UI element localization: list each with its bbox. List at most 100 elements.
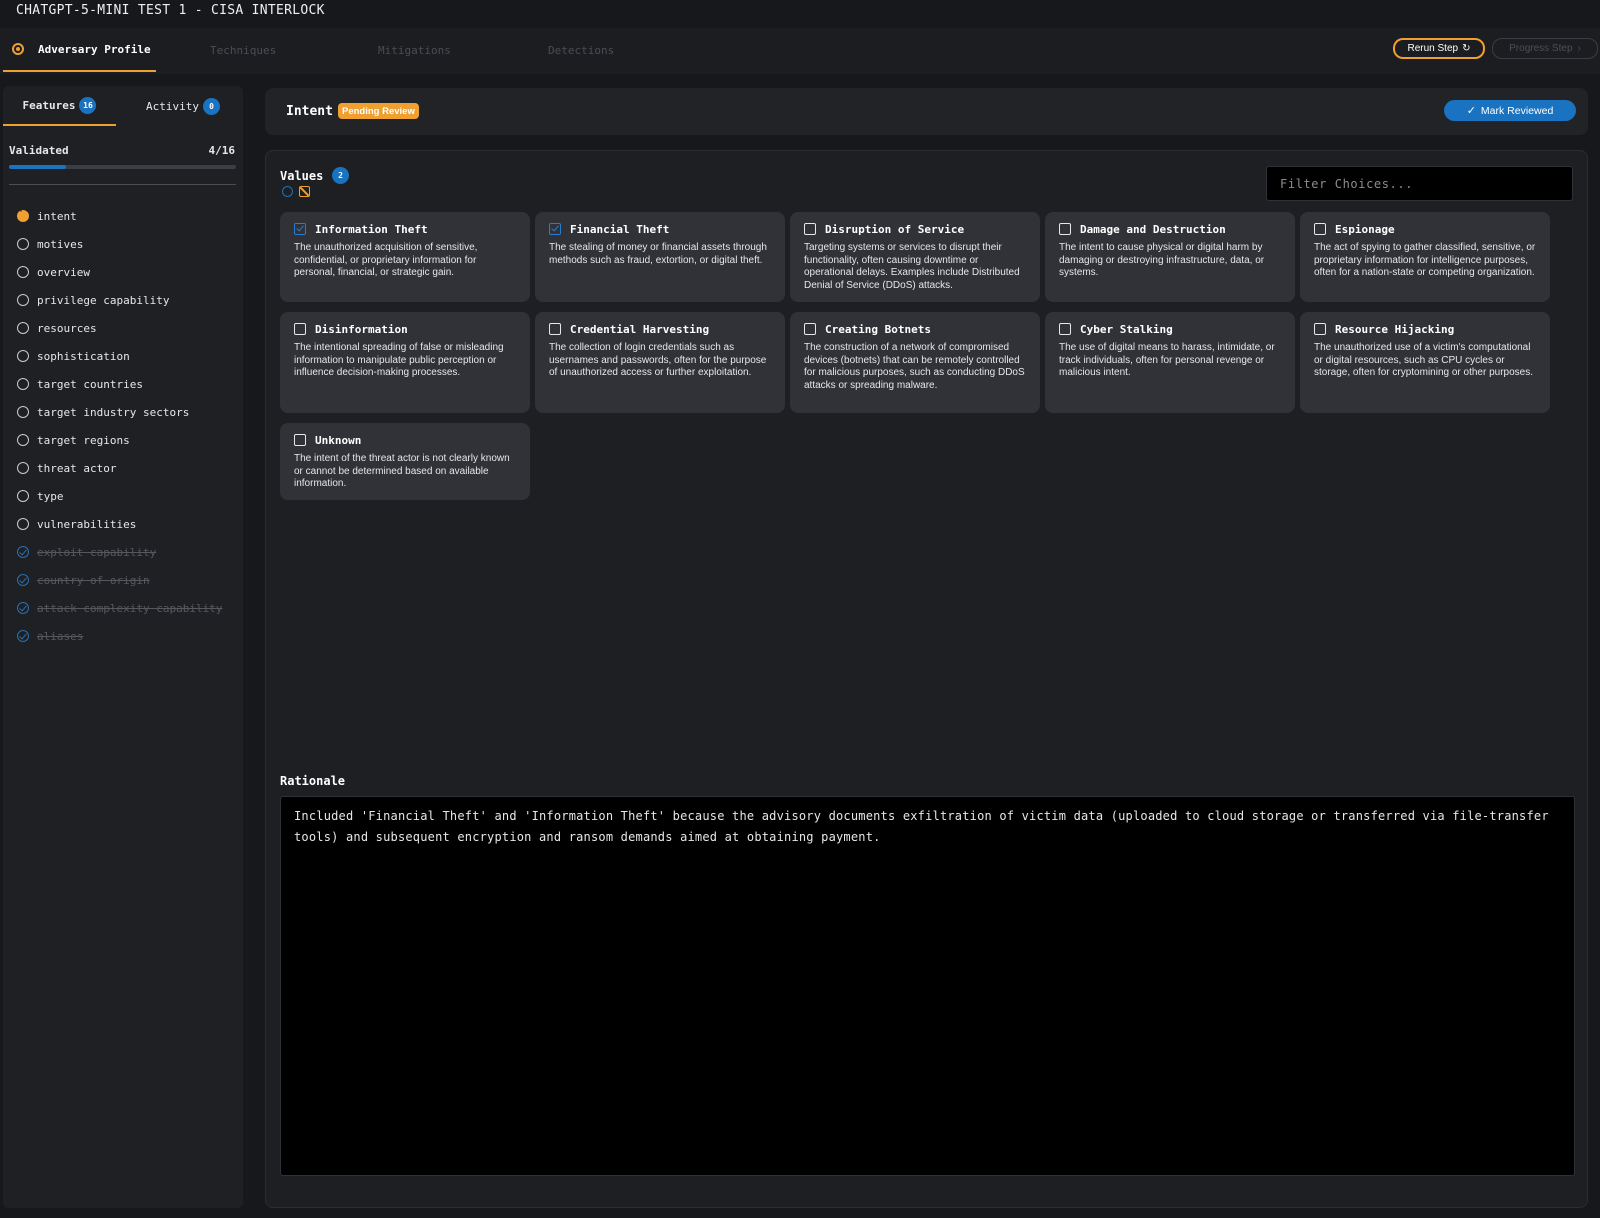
- features-count-badge: 16: [79, 96, 97, 114]
- choice-checkbox[interactable]: [1059, 323, 1071, 335]
- sidebar-item-label: sophistication: [37, 349, 130, 363]
- sidebar-item-label: attack complexity capability: [37, 601, 223, 615]
- check-circle-icon: [17, 602, 29, 614]
- choice-card[interactable]: Disruption of Service Targeting systems o…: [790, 212, 1040, 302]
- sidebar-item-target-countries[interactable]: target countries: [17, 370, 222, 398]
- choice-description: The collection of login credentials such…: [549, 342, 767, 379]
- choice-checkbox[interactable]: [549, 323, 561, 335]
- rerun-label: Rerun Step: [1407, 43, 1459, 54]
- circle-icon: [17, 266, 29, 278]
- check-circle-icon: [17, 546, 29, 558]
- sidebar-item-label: threat actor: [37, 461, 117, 475]
- circle-icon: [17, 490, 29, 502]
- tab-mitigations[interactable]: Mitigations: [378, 28, 451, 72]
- choice-card[interactable]: Resource Hijacking The unauthorized use o…: [1300, 312, 1550, 413]
- sidebar-item-target-industry-sectors[interactable]: target industry sectors: [17, 398, 222, 426]
- tab-features[interactable]: Features 16: [3, 86, 116, 126]
- choice-header: Cyber Stalking: [1059, 322, 1281, 336]
- choice-title: Damage and Destruction: [1080, 222, 1226, 236]
- sidebar-item-type[interactable]: type: [17, 482, 222, 510]
- status-badge: Pending Review: [338, 103, 419, 119]
- sidebar-item-attack-complexity-capability[interactable]: attack complexity capability: [17, 594, 222, 622]
- app-title: CHATGPT-5-MINI TEST 1 - CISA INTERLOCK: [16, 3, 325, 18]
- choice-card[interactable]: Damage and Destruction The intent to caus…: [1045, 212, 1295, 302]
- circle-icon: [17, 238, 29, 250]
- filter-choices-input[interactable]: [1266, 166, 1573, 201]
- tab-detections[interactable]: Detections: [548, 28, 614, 72]
- values-title: Values: [280, 169, 324, 183]
- sidebar-item-privilege-capability[interactable]: privilege capability: [17, 286, 222, 314]
- choice-checkbox[interactable]: [1314, 323, 1326, 335]
- choice-card[interactable]: Financial Theft The stealing of money or …: [535, 212, 785, 302]
- choice-checkbox[interactable]: [1059, 223, 1071, 235]
- choice-header: Disruption of Service: [804, 222, 1026, 236]
- choice-description: The act of spying to gather classified, …: [1314, 242, 1536, 279]
- choice-title: Unknown: [315, 433, 362, 447]
- choice-header: Credential Harvesting: [549, 322, 771, 336]
- sidebar-item-country-of-origin[interactable]: country of origin: [17, 566, 222, 594]
- sidebar-item-label: motives: [37, 237, 84, 251]
- tab-techniques[interactable]: Techniques: [210, 28, 276, 72]
- choice-card[interactable]: Credential Harvesting The collection of l…: [535, 312, 785, 413]
- sidebar-item-label: target industry sectors: [37, 405, 190, 419]
- sidebar-item-threat-actor[interactable]: threat actor: [17, 454, 222, 482]
- mark-reviewed-button[interactable]: ✓ Mark Reviewed: [1444, 100, 1576, 121]
- sidebar-item-label: aliases: [37, 629, 84, 643]
- tab-activity[interactable]: Activity 0: [123, 86, 243, 126]
- sidebar-item-overview[interactable]: overview: [17, 258, 222, 286]
- choice-checkbox[interactable]: [804, 323, 816, 335]
- sidebar-item-aliases[interactable]: aliases: [17, 622, 222, 650]
- sidebar-item-label: privilege capability: [37, 293, 170, 307]
- choice-card[interactable]: Creating Botnets The construction of a ne…: [790, 312, 1040, 413]
- choice-card[interactable]: Cyber Stalking The use of digital means t…: [1045, 312, 1295, 413]
- tab-adversary-profile[interactable]: Adversary Profile: [3, 28, 156, 72]
- circle-icon[interactable]: [282, 186, 293, 197]
- tab-label: Detections: [548, 43, 615, 57]
- choice-description: The intentional spreading of false or mi…: [294, 342, 504, 379]
- check-circle-icon: [17, 574, 29, 586]
- choice-card[interactable]: Espionage The act of spying to gather cla…: [1300, 212, 1550, 302]
- comment-off-icon[interactable]: [299, 186, 310, 197]
- sidebar-item-resources[interactable]: resources: [17, 314, 222, 342]
- choice-description: The unauthorized acquisition of sensitiv…: [294, 242, 478, 279]
- circle-icon: [17, 378, 29, 390]
- choice-checkbox[interactable]: [294, 323, 306, 335]
- top-nav: Adversary Profile Techniques Mitigations…: [0, 28, 1600, 74]
- progress-step-button[interactable]: Progress Step ›: [1492, 38, 1598, 59]
- circle-icon: [17, 406, 29, 418]
- circle-icon: [17, 518, 29, 530]
- choice-checkbox[interactable]: [804, 223, 816, 235]
- circle-icon: [17, 462, 29, 474]
- sidebar-item-intent[interactable]: intent: [17, 202, 222, 230]
- choice-title: Credential Harvesting: [570, 322, 710, 336]
- feature-title: Intent: [286, 104, 333, 119]
- choice-header: Damage and Destruction: [1059, 222, 1281, 236]
- activity-tab-label: Activity: [146, 99, 199, 113]
- choice-card[interactable]: Information Theft The unauthorized acquis…: [280, 212, 530, 302]
- sidebar-item-motives[interactable]: motives: [17, 230, 222, 258]
- choice-checkbox[interactable]: [1314, 223, 1326, 235]
- sidebar-item-vulnerabilities[interactable]: vulnerabilities: [17, 510, 222, 538]
- sidebar-item-label: country of origin: [37, 573, 150, 587]
- choice-title: Information Theft: [315, 222, 428, 236]
- validated-count: 4/16: [208, 144, 236, 157]
- choice-title: Financial Theft: [570, 222, 670, 236]
- sidebar-item-exploit-capability[interactable]: exploit capability: [17, 538, 222, 566]
- choice-checkbox[interactable]: [549, 223, 561, 235]
- sidebar-item-label: vulnerabilities: [37, 517, 137, 531]
- rationale-textarea[interactable]: Included 'Financial Theft' and 'Informat…: [280, 796, 1575, 1176]
- choice-card[interactable]: Disinformation The intentional spreading …: [280, 312, 530, 413]
- choice-checkbox[interactable]: [294, 434, 306, 446]
- check-icon: ✓: [1466, 105, 1476, 117]
- validated-progress-fill: [9, 165, 66, 169]
- sidebar-item-sophistication[interactable]: sophistication: [17, 342, 222, 370]
- choice-header: Espionage: [1314, 222, 1536, 236]
- choice-header: Unknown: [294, 433, 516, 447]
- choice-header: Creating Botnets: [804, 322, 1026, 336]
- sidebar-item-target-regions[interactable]: target regions: [17, 426, 222, 454]
- rerun-step-button[interactable]: Rerun Step ↻: [1393, 38, 1485, 59]
- choice-card[interactable]: Unknown The intent of the threat actor is…: [280, 423, 530, 500]
- choice-checkbox[interactable]: [294, 223, 306, 235]
- divider: [9, 184, 236, 185]
- values-panel: Values 2 Information Theft The unauthoriz…: [265, 150, 1588, 1208]
